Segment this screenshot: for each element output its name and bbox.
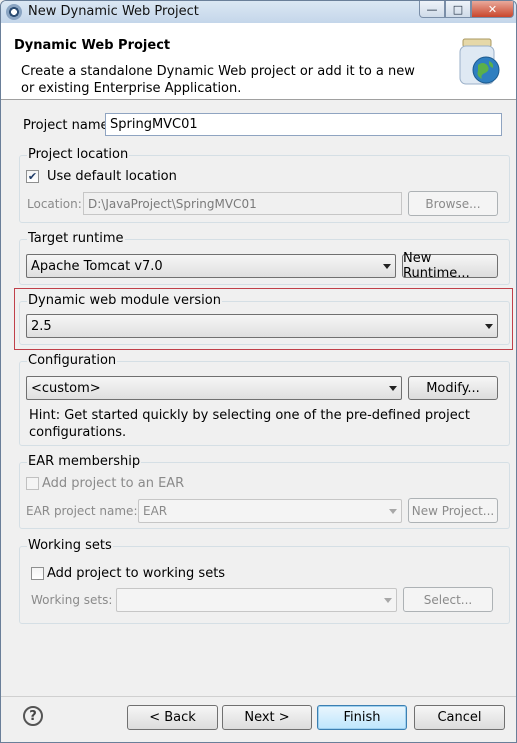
working-sets-select[interactable]: [116, 588, 397, 612]
use-default-location-checkbox[interactable]: ✔: [26, 170, 39, 183]
browse-button-label: Browse...: [425, 196, 481, 211]
highlight-annotation-box: [14, 288, 513, 350]
footer-divider: [1, 696, 516, 697]
modify-button-label: Modify...: [426, 380, 480, 396]
configuration-select[interactable]: <custom>: [26, 376, 402, 400]
minimize-button[interactable]: —: [419, 1, 445, 18]
project-name-value: SpringMVC01: [110, 117, 198, 132]
close-icon: ✕: [487, 2, 498, 16]
new-project-button[interactable]: New Project...: [408, 498, 498, 523]
location-input[interactable]: D:\JavaProject\SpringMVC01: [83, 192, 402, 215]
cancel-button[interactable]: Cancel: [414, 705, 505, 730]
new-runtime-button[interactable]: New Runtime...: [402, 251, 498, 281]
minimize-icon: —: [426, 2, 438, 16]
checkmark-icon: ✔: [27, 170, 38, 183]
configuration-hint: Hint: Get started quickly by selecting o…: [29, 408, 470, 440]
close-button[interactable]: ✕: [471, 1, 514, 18]
cancel-button-label: Cancel: [437, 710, 482, 725]
dropdown-arrow-icon: [383, 264, 391, 269]
ear-project-name-label: EAR project name:: [26, 504, 138, 518]
add-to-ear-checkbox[interactable]: [26, 477, 39, 490]
dropdown-arrow-icon: [389, 509, 397, 514]
browse-button[interactable]: Browse...: [408, 191, 498, 216]
next-button[interactable]: Next >: [222, 705, 312, 730]
location-label: Location:: [27, 197, 82, 211]
maximize-button[interactable]: □: [445, 1, 471, 18]
wizard-title: Dynamic Web Project: [14, 38, 171, 53]
add-to-ear-label: Add project to an EAR: [42, 476, 185, 491]
ear-project-name-select[interactable]: EAR: [138, 499, 402, 523]
configuration-value: <custom>: [31, 380, 101, 396]
modify-button[interactable]: Modify...: [408, 376, 498, 400]
location-value: D:\JavaProject\SpringMVC01: [88, 196, 257, 211]
project-name-input[interactable]: SpringMVC01: [105, 113, 502, 136]
working-sets-group: [19, 546, 510, 624]
help-symbol: ?: [29, 708, 37, 724]
target-runtime-value: Apache Tomcat v7.0: [31, 258, 163, 274]
dialog-window: New Dynamic Web Project — □ ✕ Dynamic We…: [0, 0, 517, 743]
wizard-header: Dynamic Web Project Create a standalone …: [1, 23, 516, 100]
window-title: New Dynamic Web Project: [28, 4, 199, 19]
ear-membership-group-label: EAR membership: [27, 454, 142, 469]
back-button-label: < Back: [149, 710, 196, 725]
target-runtime-group-label: Target runtime: [27, 231, 125, 246]
add-to-working-sets-checkbox[interactable]: [31, 567, 44, 580]
eclipse-app-icon: [6, 4, 22, 20]
new-project-button-label: New Project...: [411, 503, 495, 518]
select-button-label: Select...: [423, 592, 473, 607]
add-to-working-sets-label: Add project to working sets: [47, 566, 226, 581]
back-button[interactable]: < Back: [127, 705, 218, 730]
select-working-sets-button[interactable]: Select...: [403, 587, 493, 612]
maximize-icon: □: [452, 2, 464, 16]
wizard-description: Create a standalone Dynamic Web project …: [21, 64, 415, 96]
dropdown-arrow-icon: [384, 598, 392, 603]
ear-project-name-value: EAR: [143, 504, 168, 518]
finish-button-label: Finish: [343, 710, 381, 725]
finish-button[interactable]: Finish: [317, 705, 407, 730]
configuration-group-label: Configuration: [27, 353, 118, 368]
working-sets-group-label: Working sets: [27, 538, 113, 553]
project-name-label: Project name:: [23, 118, 113, 133]
next-button-label: Next >: [244, 710, 290, 725]
dropdown-arrow-icon: [389, 386, 397, 391]
target-runtime-select[interactable]: Apache Tomcat v7.0: [26, 254, 396, 278]
title-bar[interactable]: New Dynamic Web Project — □ ✕: [1, 1, 516, 23]
new-runtime-button-label: New Runtime...: [403, 251, 470, 281]
wizard-banner-icon: [459, 38, 500, 85]
use-default-location-label: Use default location: [47, 169, 177, 184]
help-icon[interactable]: ?: [23, 706, 43, 726]
project-location-group-label: Project location: [27, 147, 130, 162]
working-sets-label: Working sets:: [31, 593, 113, 607]
